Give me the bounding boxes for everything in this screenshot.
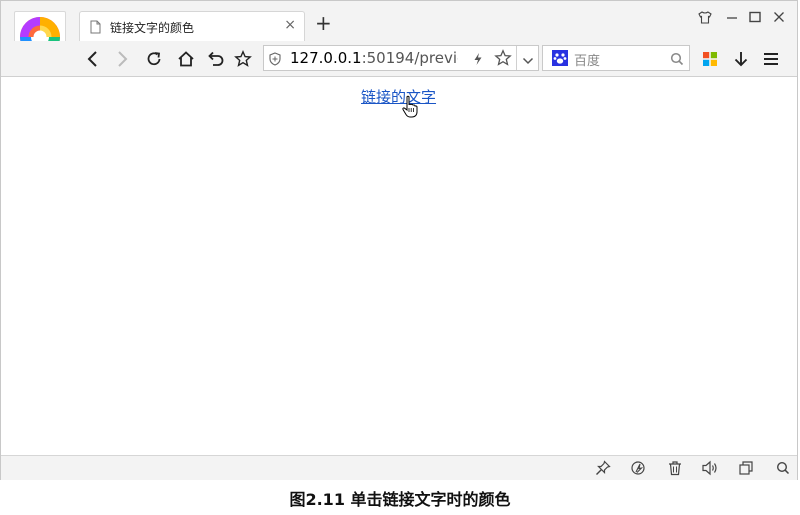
shield-icon [269,51,281,70]
browser-window: 链接文字的颜色 × + 127.0.0.1:50194/previe 百度 链接… [0,0,798,480]
magnifier-icon[interactable] [670,51,684,70]
lightning-icon[interactable] [473,51,483,70]
address-host: 127.0.0.1 [290,49,362,67]
speed-icon[interactable] [629,459,647,477]
baidu-paw-icon [552,50,568,70]
reload-icon[interactable] [142,47,166,71]
search-placeholder: 百度 [574,54,601,69]
page-content: 链接的文字 [1,77,797,455]
figure-caption: 图2.11 单击链接文字时的颜色 [289,490,511,509]
address-bar[interactable]: 127.0.0.1:50194/previe [263,45,539,71]
status-search-icon[interactable] [774,459,792,477]
minimize-icon[interactable] [722,7,742,27]
address-divider [516,46,517,70]
forward-icon[interactable] [110,47,134,71]
window-restore-icon[interactable] [737,459,755,477]
address-text[interactable]: 127.0.0.1:50194/previe [290,49,458,67]
bookmark-star-icon[interactable] [231,47,255,71]
tab-title: 链接文字的颜色 [110,21,195,35]
menu-icon[interactable] [759,47,783,71]
page-link[interactable]: 链接的文字 [361,86,436,107]
trash-icon[interactable] [666,459,684,477]
tab-close-icon[interactable]: × [284,17,296,33]
dropdown-icon[interactable] [522,52,534,71]
download-icon[interactable] [729,47,753,71]
search-box[interactable]: 百度 [542,45,690,71]
close-icon[interactable] [769,7,789,27]
home-icon[interactable] [174,47,198,71]
new-tab-button[interactable]: + [315,13,332,33]
hand-cursor-icon [401,95,421,123]
address-path: :50194/previe [361,49,458,67]
back-icon[interactable] [81,47,105,71]
apps-grid-icon[interactable] [698,47,722,71]
maximize-icon[interactable] [745,7,765,27]
pin-icon[interactable] [594,459,612,477]
favorite-star-icon[interactable] [494,49,512,71]
skin-icon[interactable] [695,7,715,27]
volume-icon[interactable] [701,459,719,477]
tab-active[interactable]: 链接文字的颜色 × [79,11,305,41]
undo-icon[interactable] [204,47,228,71]
page-icon [90,19,101,38]
